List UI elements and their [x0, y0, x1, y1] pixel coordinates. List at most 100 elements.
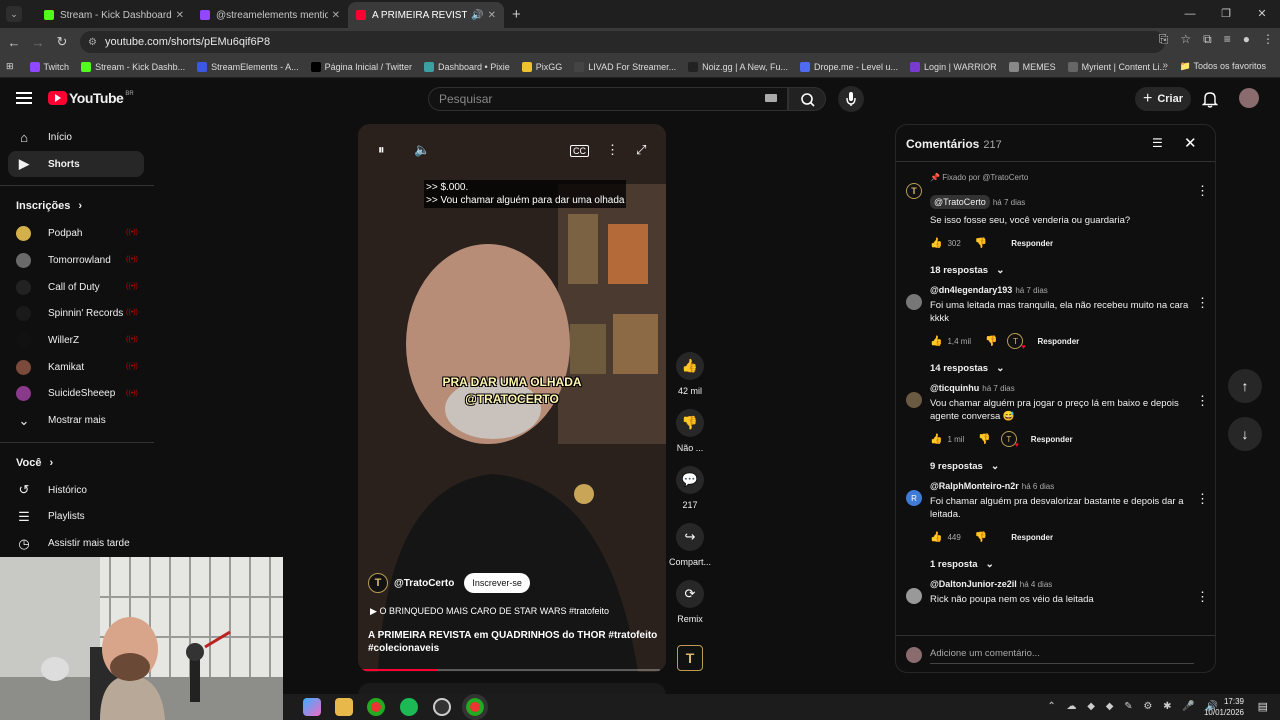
keyboard-icon[interactable] — [765, 94, 777, 102]
clock[interactable]: 17:39 10/01/2026 — [1204, 696, 1244, 718]
url-input[interactable]: ⚙ youtube.com/shorts/pEMu6qif6P8 — [80, 31, 1165, 53]
sidebar-item-shorts[interactable]: ▶ Shorts — [8, 150, 144, 178]
browser-tab-youtube[interactable]: A PRIMEIRA REVISTA em Q 🔊 ✕ — [348, 2, 504, 28]
video-progress-bar[interactable] — [362, 669, 660, 671]
captions-icon[interactable]: CC — [570, 145, 589, 157]
sidebar-item-subscription[interactable]: SuicideSheeep ((•)) — [0, 381, 154, 408]
bookmark-item[interactable]: Myrient | Content Li... — [1067, 61, 1167, 72]
view-replies-button[interactable]: 18 respostas ⌄ — [930, 265, 1189, 276]
close-tab-icon[interactable]: ✕ — [488, 10, 496, 21]
shorts-video-player[interactable]: ⏸ 🔈 CC ⋮ ⤢ >> $.000. >> Vou chamar algué… — [358, 124, 666, 672]
account-avatar[interactable] — [1239, 88, 1259, 108]
bookmark-item[interactable]: Noiz.gg | A New, Fu... — [688, 61, 788, 72]
reply-button[interactable]: Responder — [1011, 239, 1053, 248]
fullscreen-icon[interactable]: ⤢ — [636, 142, 646, 158]
reply-button[interactable]: Responder — [1031, 435, 1073, 444]
profile-icon[interactable]: ● — [1243, 32, 1250, 47]
previous-short-arrow-up-icon[interactable]: ↑ — [1228, 369, 1262, 403]
bookmark-item[interactable]: Stream - Kick Dashb... — [81, 61, 185, 72]
like-icon[interactable]: 👍 — [930, 238, 942, 249]
dislike-icon[interactable]: 👎 — [975, 532, 987, 543]
system-tray-icons[interactable]: ⌃ ☁ ◆ ◆ ✎ ⚙ ✱ 🎤 🔊 — [1047, 701, 1222, 712]
bookmark-item[interactable]: Página Inicial / Twitter — [310, 61, 412, 72]
all-bookmarks-link[interactable]: 📁 Todos os favoritos — [1180, 61, 1266, 72]
comment-more-icon[interactable]: ⋮ — [1196, 393, 1209, 409]
sidebar-item-subscription[interactable]: Spinnin' Records ((•)) — [0, 300, 154, 327]
view-replies-button[interactable]: 1 resposta ⌄ — [930, 559, 1189, 570]
bookmark-item[interactable]: MEMES — [1008, 61, 1056, 72]
voice-search-button[interactable] — [838, 86, 864, 112]
extensions-icon[interactable]: ⧉ — [1203, 32, 1212, 47]
comment-more-icon[interactable]: ⋮ — [1196, 589, 1209, 605]
comment-more-icon[interactable]: ⋮ — [1196, 183, 1209, 199]
add-comment-input[interactable]: Adicione um comentário... — [930, 648, 1194, 664]
search-input[interactable]: Pesquisar — [428, 87, 788, 111]
chrome-icon[interactable] — [367, 698, 385, 716]
bookmark-item[interactable]: Twitch — [29, 61, 69, 72]
comment-author[interactable]: @DaltonJunior-ze2il — [930, 579, 1017, 589]
speaker-icon[interactable]: 🔊 — [471, 10, 483, 21]
apps-icon[interactable]: ⊞ — [6, 61, 14, 72]
bookmark-item[interactable]: Dashboard • Pixie — [424, 61, 510, 72]
you-heading[interactable]: Você › — [0, 449, 154, 477]
sidebar-item-watch-later[interactable]: ◷ Assistir mais tarde — [0, 530, 154, 557]
restore-icon[interactable]: ❐ — [1208, 0, 1244, 28]
show-more-button[interactable]: ⌄ Mostrar mais — [0, 407, 154, 434]
music-link[interactable]: ▶ O BRINQUEDO MAIS CARO DE STAR WARS #tr… — [370, 606, 609, 617]
comment-avatar[interactable] — [906, 588, 922, 604]
next-short-arrow-down-icon[interactable]: ↓ — [1228, 417, 1262, 451]
hamburger-menu-icon[interactable] — [16, 92, 32, 104]
sound-channel-avatar[interactable]: T — [677, 645, 703, 671]
sidebar-item-subscription[interactable]: Tomorrowland ((•)) — [0, 247, 154, 274]
tab-search-icon[interactable]: ⌄ — [6, 6, 22, 22]
bookmark-item[interactable]: Login | WARRIOR — [910, 61, 997, 72]
sidebar-item-subscription[interactable]: Kamikat ((•)) — [0, 354, 154, 381]
comments-button[interactable]: 💬 217 — [670, 466, 710, 510]
dislike-button[interactable]: 👎 Não ... — [670, 409, 710, 453]
channel-name[interactable]: @TratoCerto — [394, 578, 454, 589]
comment-more-icon[interactable]: ⋮ — [1196, 295, 1209, 311]
sidebar-item-history[interactable]: ↺ Histórico — [0, 477, 154, 504]
bookmark-item[interactable]: Drope.me - Level u... — [800, 61, 898, 72]
browser-tab-kick[interactable]: Stream - Kick Dashboard ✕ — [36, 2, 192, 28]
view-replies-button[interactable]: 14 respostas ⌄ — [930, 363, 1189, 374]
sidebar-item-subscription[interactable]: Podpah ((•)) — [0, 220, 154, 247]
bookmark-item[interactable]: StreamElements - A... — [197, 61, 299, 72]
search-button[interactable] — [788, 87, 826, 111]
dislike-icon[interactable]: 👎 — [985, 336, 997, 347]
subscribe-button[interactable]: Inscrever-se — [464, 573, 530, 593]
reload-icon[interactable]: ↻ — [50, 34, 74, 50]
copilot-icon[interactable] — [303, 698, 321, 716]
comment-more-icon[interactable]: ⋮ — [1196, 491, 1209, 507]
spotify-icon[interactable] — [400, 698, 418, 716]
close-tab-icon[interactable]: ✕ — [176, 10, 184, 21]
comment-author[interactable]: @TratoCerto — [930, 195, 990, 209]
notifications-icon[interactable]: ▤ — [1258, 700, 1268, 713]
menu-icon[interactable]: ⋮ — [1262, 32, 1274, 47]
share-button[interactable]: ↪ Compart... — [669, 523, 711, 567]
reply-button[interactable]: Responder — [1011, 533, 1053, 542]
browser-tab-twitch[interactable]: @streamelements mentione ✕ — [192, 2, 348, 28]
sidebar-item-subscription[interactable]: WillerZ ((•)) — [0, 327, 154, 354]
comment-author[interactable]: @RalphMonteiro-n2r — [930, 481, 1019, 491]
like-icon[interactable]: 👍 — [930, 434, 942, 445]
like-icon[interactable]: 👍 — [930, 336, 942, 347]
notifications-bell-icon[interactable] — [1201, 90, 1219, 113]
hashtag-link[interactable]: #tratofeito — [608, 630, 657, 641]
comment-avatar[interactable] — [906, 294, 922, 310]
bookmark-item[interactable]: PixGG — [521, 61, 562, 72]
sort-icon[interactable]: ☰ — [1152, 136, 1163, 150]
comment-avatar[interactable]: R — [906, 490, 922, 506]
sidebar-item-playlists[interactable]: ☰ Playlists — [0, 504, 154, 531]
comment-avatar[interactable] — [906, 392, 922, 408]
file-explorer-icon[interactable] — [335, 698, 353, 716]
back-icon[interactable]: ← — [2, 35, 26, 50]
channel-avatar[interactable]: T — [368, 573, 388, 593]
comment-author[interactable]: @dn4legendary193 — [930, 285, 1012, 295]
sidebar-item-home[interactable]: ⌂ Início — [0, 124, 154, 151]
hashtag-link[interactable]: #colecionaveis — [368, 643, 439, 654]
new-tab-icon[interactable]: + — [512, 6, 521, 23]
obs-icon[interactable] — [433, 698, 451, 716]
chrome-active-icon[interactable] — [462, 694, 488, 720]
view-replies-button[interactable]: 9 respostas ⌄ — [930, 461, 1189, 472]
